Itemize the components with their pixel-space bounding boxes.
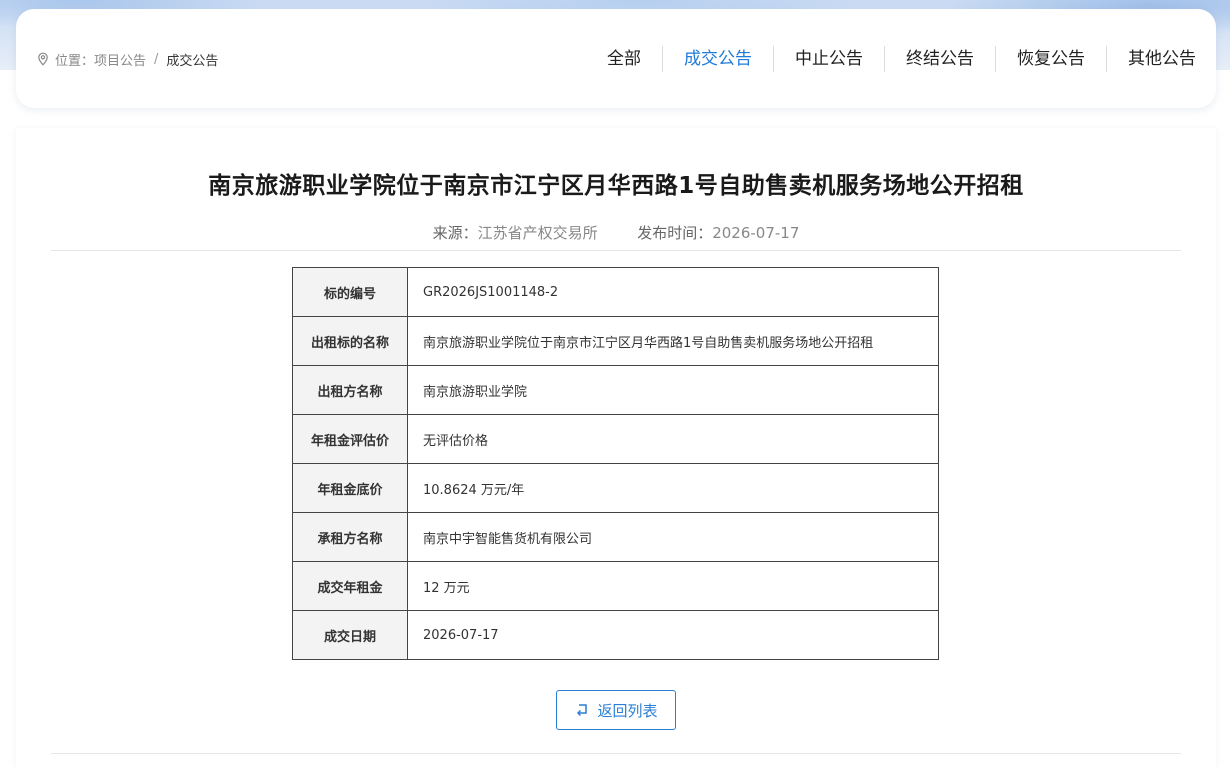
table-row: 出租方名称 南京旅游职业学院 bbox=[292, 365, 939, 415]
field-value: 10.8624 万元/年 bbox=[407, 463, 939, 513]
field-label: 承租方名称 bbox=[292, 512, 408, 562]
source-value: 江苏省产权交易所 bbox=[477, 224, 598, 242]
tab-termination-announcement[interactable]: 终结公告 bbox=[884, 46, 995, 72]
field-label: 出租标的名称 bbox=[292, 316, 408, 366]
table-row: 年租金底价 10.8624 万元/年 bbox=[292, 463, 939, 513]
divider bbox=[51, 753, 1181, 754]
table-row: 成交日期 2026-07-17 bbox=[292, 610, 939, 660]
publish-date-label: 发布时间： bbox=[637, 224, 713, 242]
tab-other-announcement[interactable]: 其他公告 bbox=[1106, 46, 1196, 72]
announcement-card: 南京旅游职业学院位于南京市江宁区月华西路1号自助售卖机服务场地公开招租 来源：江… bbox=[16, 128, 1216, 767]
field-label: 年租金底价 bbox=[292, 463, 408, 513]
field-value: 2026-07-17 bbox=[407, 610, 939, 660]
tab-resumption-announcement[interactable]: 恢复公告 bbox=[995, 46, 1106, 72]
field-value: 无评估价格 bbox=[407, 414, 939, 464]
field-label: 年租金评估价 bbox=[292, 414, 408, 464]
field-label: 成交年租金 bbox=[292, 561, 408, 611]
tab-all[interactable]: 全部 bbox=[586, 46, 662, 72]
tab-suspension-announcement[interactable]: 中止公告 bbox=[773, 46, 884, 72]
announcement-tabs: 全部 成交公告 中止公告 终结公告 恢复公告 其他公告 bbox=[586, 45, 1196, 73]
location-pin-icon bbox=[36, 52, 50, 66]
table-row: 承租方名称 南京中宇智能售货机有限公司 bbox=[292, 512, 939, 562]
field-value: GR2026JS1001148-2 bbox=[407, 267, 939, 317]
field-label: 标的编号 bbox=[292, 267, 408, 317]
field-value: 南京中宇智能售货机有限公司 bbox=[407, 512, 939, 562]
field-value: 12 万元 bbox=[407, 561, 939, 611]
field-label: 出租方名称 bbox=[292, 365, 408, 415]
table-row: 标的编号 GR2026JS1001148-2 bbox=[292, 267, 939, 317]
breadcrumb-separator: / bbox=[154, 51, 159, 67]
article-meta: 来源：江苏省产权交易所 发布时间：2026-07-17 bbox=[16, 222, 1216, 243]
breadcrumb: 位置： 项目公告 / 成交公告 bbox=[36, 49, 218, 69]
tab-deal-announcement[interactable]: 成交公告 bbox=[662, 46, 773, 72]
back-to-list-label: 返回列表 bbox=[597, 701, 658, 720]
page-title: 南京旅游职业学院位于南京市江宁区月华西路1号自助售卖机服务场地公开招租 bbox=[208, 173, 1024, 199]
divider bbox=[51, 250, 1181, 251]
publish-date-value: 2026-07-17 bbox=[712, 224, 800, 242]
source-label: 来源： bbox=[432, 224, 478, 242]
field-value: 南京旅游职业学院 bbox=[407, 365, 939, 415]
deal-info-table: 标的编号 GR2026JS1001148-2 出租标的名称 南京旅游职业学院位于… bbox=[292, 267, 939, 660]
return-icon bbox=[574, 702, 590, 718]
breadcrumb-current: 成交公告 bbox=[166, 53, 219, 69]
table-row: 成交年租金 12 万元 bbox=[292, 561, 939, 611]
header-card: 位置： 项目公告 / 成交公告 全部 成交公告 中止公告 终结公告 恢复公告 其… bbox=[16, 9, 1216, 108]
page: 位置： 项目公告 / 成交公告 全部 成交公告 中止公告 终结公告 恢复公告 其… bbox=[0, 0, 1230, 767]
breadcrumb-parent-link[interactable]: 项目公告 bbox=[94, 50, 146, 69]
table-row: 年租金评估价 无评估价格 bbox=[292, 414, 939, 464]
back-to-list-button[interactable]: 返回列表 bbox=[556, 690, 676, 730]
table-row: 出租标的名称 南京旅游职业学院位于南京市江宁区月华西路1号自助售卖机服务场地公开… bbox=[292, 316, 939, 366]
field-label: 成交日期 bbox=[292, 610, 408, 660]
breadcrumb-prefix: 位置： bbox=[55, 53, 95, 69]
field-value: 南京旅游职业学院位于南京市江宁区月华西路1号自助售卖机服务场地公开招租 bbox=[407, 316, 939, 366]
